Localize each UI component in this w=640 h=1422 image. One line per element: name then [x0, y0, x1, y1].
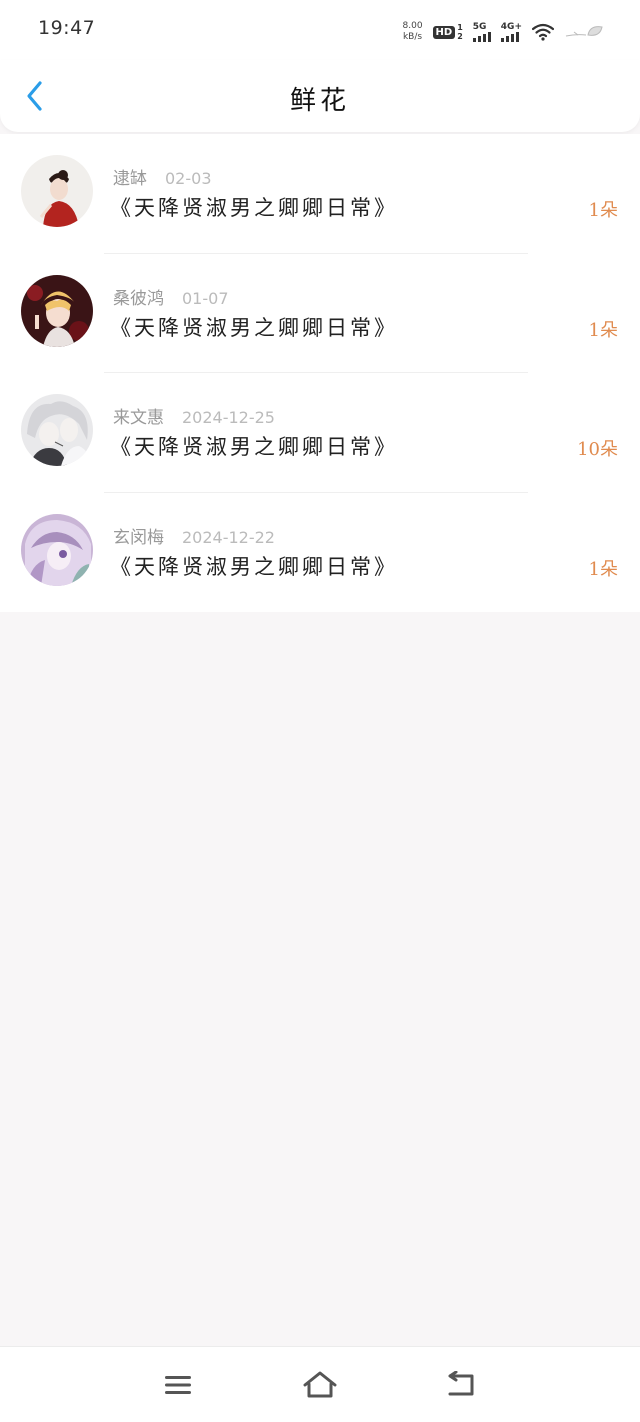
avatar[interactable]	[21, 513, 93, 586]
book-title: 《天降贤淑男之卿卿日常》	[110, 315, 398, 340]
hd-sim-1: 1	[457, 23, 463, 32]
item-meta: 来文惠 2024-12-25	[113, 403, 275, 428]
sender-name: 玄闵梅	[113, 527, 164, 548]
flower-count: 1朵	[588, 558, 618, 580]
hd-icon: HD 1 2	[432, 23, 463, 41]
wifi-icon	[532, 23, 554, 41]
flower-count: 10朵	[577, 439, 618, 460]
menu-icon	[165, 1376, 191, 1394]
signal-4g-icon: 4G+	[500, 22, 522, 42]
send-date: 02-03	[165, 169, 212, 188]
home-button[interactable]	[302, 1369, 338, 1401]
item-meta: 玄闵梅 2024-12-22	[113, 523, 275, 548]
list-item[interactable]: 桑彼鸿 01-07 《天降贤淑男之卿卿日常》 1朵	[0, 254, 640, 373]
avatar[interactable]	[21, 274, 93, 347]
avatar[interactable]	[21, 394, 93, 466]
status-bar: 19:47 8.00 kB/s HD 1 2 5G 4G+	[0, 0, 640, 60]
sender-name: 逮缽	[113, 169, 147, 189]
sender-name: 来文惠	[113, 408, 164, 428]
item-meta: 桑彼鸿 01-07	[113, 284, 229, 309]
menu-button[interactable]	[160, 1369, 196, 1401]
status-time: 19:47	[38, 17, 96, 39]
sender-name: 桑彼鸿	[113, 288, 164, 309]
hd-label: HD	[432, 25, 456, 39]
net-speed-unit: kB/s	[402, 32, 423, 42]
flower-count: 1朵	[588, 200, 618, 221]
return-icon	[448, 1371, 474, 1396]
send-date: 01-07	[182, 288, 229, 308]
signal-5g-label: 5G	[472, 22, 487, 32]
signal-4g-label: 4G+	[500, 22, 522, 32]
flower-list: 逮缽 02-03 《天降贤淑男之卿卿日常》 1朵 桑彼鸿 01-07 《天降贤淑…	[0, 134, 640, 612]
send-date: 2024-12-25	[182, 408, 275, 427]
battery-leaf-icon	[565, 26, 603, 37]
home-icon	[303, 1371, 337, 1398]
net-speed-value: 8.00	[402, 21, 423, 31]
list-item[interactable]: 来文惠 2024-12-25 《天降贤淑男之卿卿日常》 10朵	[0, 373, 640, 493]
status-icons: 8.00 kB/s HD 1 2 5G 4G+	[403, 18, 605, 46]
network-speed: 8.00 kB/s	[403, 21, 423, 43]
flower-count: 1朵	[588, 319, 618, 341]
book-title: 《天降贤淑男之卿卿日常》	[110, 554, 398, 579]
back-nav-button[interactable]	[444, 1369, 480, 1401]
hd-sim-2: 2	[457, 32, 463, 41]
list-item[interactable]: 玄闵梅 2024-12-22 《天降贤淑男之卿卿日常》 1朵	[0, 493, 640, 613]
book-title: 《天降贤淑男之卿卿日常》	[110, 435, 398, 459]
avatar[interactable]	[21, 155, 93, 227]
header: 鲜花	[0, 60, 640, 132]
send-date: 2024-12-22	[182, 527, 275, 547]
page-title: 鲜花	[289, 86, 350, 116]
system-nav-bar	[0, 1346, 640, 1422]
list-item[interactable]: 逮缽 02-03 《天降贤淑男之卿卿日常》 1朵	[0, 134, 640, 254]
item-meta: 逮缽 02-03	[113, 164, 212, 189]
book-title: 《天降贤淑男之卿卿日常》	[110, 196, 398, 220]
signal-5g-icon: 5G	[472, 22, 491, 42]
